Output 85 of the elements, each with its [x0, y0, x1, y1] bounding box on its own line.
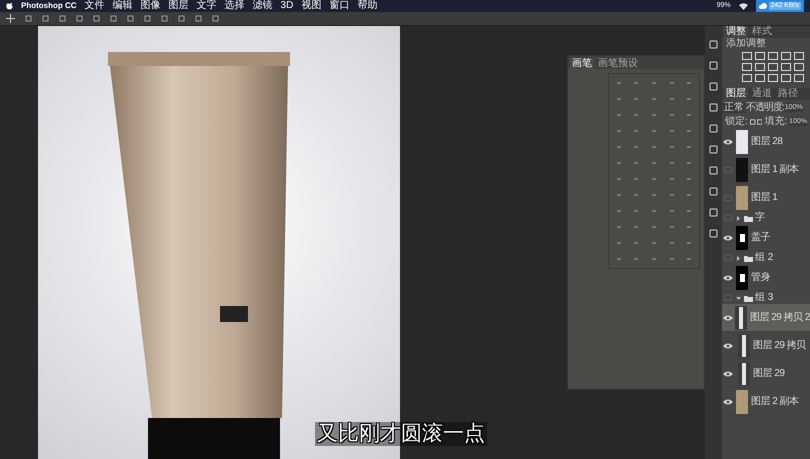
panel-tab[interactable]: 路径	[776, 88, 800, 100]
layer-name: 图层 1	[751, 192, 778, 202]
opacity-label: 不透明度:	[746, 102, 784, 113]
layer-name: 组 3	[755, 293, 774, 303]
panel-tool-icon[interactable]	[709, 187, 718, 196]
layer-group-row[interactable]: 组 3	[722, 292, 810, 304]
panel-tab[interactable]: 画笔预设	[596, 58, 640, 69]
folder-icon	[744, 254, 753, 262]
layer-row[interactable]: 图层 29 拷贝 2	[722, 304, 810, 332]
menu-item[interactable]: 选择	[224, 1, 245, 11]
align-icon[interactable]	[178, 15, 185, 22]
layer-name: 组 2	[755, 253, 774, 263]
panel-tool-icon[interactable]	[709, 229, 718, 238]
panel-tab[interactable]: 调整	[724, 26, 748, 38]
eye-icon[interactable]	[723, 398, 733, 404]
folder-icon	[744, 294, 753, 302]
expand-caret-icon[interactable]	[736, 256, 742, 260]
adjustments-hint: 添加调整	[725, 38, 767, 50]
layer-group-row[interactable]: 组 2	[722, 252, 810, 264]
expand-caret-icon[interactable]	[736, 296, 742, 300]
wifi-icon	[738, 2, 748, 10]
panel-tool-icon[interactable]	[709, 40, 718, 49]
blend-mode-dropdown[interactable]: 正常	[723, 102, 745, 113]
layer-row[interactable]: 图层 1 副本	[722, 156, 810, 184]
eye-icon[interactable]	[723, 314, 733, 320]
lock-options-icon[interactable]	[750, 118, 762, 124]
layer-name: 图层 1 副本	[751, 164, 799, 174]
panel-tab[interactable]: 样式	[750, 26, 774, 38]
panel-tab[interactable]: 通道	[750, 88, 774, 100]
eye-icon[interactable]	[723, 138, 733, 144]
align-icon[interactable]	[144, 15, 151, 22]
app-menu[interactable]: Photoshop CC	[21, 1, 77, 11]
menu-item[interactable]: 图像	[140, 1, 161, 11]
menu-item[interactable]: 视图	[301, 1, 322, 11]
layer-name: 字	[755, 213, 765, 223]
layer-row[interactable]: 图层 29	[722, 360, 810, 388]
fill-label: 填充:	[764, 116, 788, 127]
brush-tip-grid[interactable]	[608, 73, 700, 269]
align-icon[interactable]	[76, 15, 83, 22]
layer-row[interactable]: 图层 1	[722, 184, 810, 212]
layer-row[interactable]: 管身	[722, 264, 810, 292]
layer-name: 图层 28	[751, 136, 782, 146]
layer-row[interactable]: 图层 29 拷贝	[722, 332, 810, 360]
menu-item[interactable]: 图层	[168, 1, 189, 11]
align-icon[interactable]	[161, 15, 168, 22]
layer-group-row[interactable]: 字	[722, 212, 810, 224]
panel-tab[interactable]: 图层	[724, 88, 748, 100]
panel-tab[interactable]: 画笔	[570, 58, 594, 69]
panel-tool-icon[interactable]	[709, 61, 718, 70]
layer-row[interactable]: 盖子	[722, 224, 810, 252]
eye-icon[interactable]	[723, 274, 733, 280]
align-icon[interactable]	[59, 15, 66, 22]
lock-label: 锁定:	[725, 116, 748, 127]
align-icon[interactable]	[127, 15, 134, 22]
align-icon[interactable]	[212, 15, 219, 22]
panel-tool-icon[interactable]	[709, 145, 718, 154]
expand-caret-icon[interactable]	[736, 216, 742, 220]
menu-item[interactable]: 滤镜	[252, 1, 273, 11]
layer-name: 图层 29	[753, 368, 784, 378]
panel-tool-icon[interactable]	[709, 208, 718, 217]
apple-logo-icon[interactable]	[6, 2, 13, 10]
panel-tool-icon[interactable]	[709, 103, 718, 112]
eye-icon[interactable]	[723, 234, 733, 240]
menu-item[interactable]: 3D	[280, 1, 294, 11]
panel-tool-icon[interactable]	[709, 82, 718, 91]
eye-icon[interactable]	[723, 342, 733, 348]
layer-name: 图层 2 副本	[751, 396, 799, 406]
align-icon[interactable]	[195, 15, 202, 22]
layer-name: 图层 29 拷贝 2	[750, 312, 810, 322]
eye-icon[interactable]	[723, 370, 733, 376]
align-icon[interactable]	[110, 15, 117, 22]
align-icon[interactable]	[25, 15, 32, 22]
align-icon[interactable]	[93, 15, 100, 22]
layer-name: 图层 29 拷贝	[753, 340, 806, 350]
folder-icon	[744, 214, 753, 222]
panel-tool-icon[interactable]	[709, 166, 718, 175]
layer-name: 盖子	[751, 232, 770, 242]
layer-name: 管身	[751, 272, 770, 282]
layer-row[interactable]: 图层 2 副本	[722, 388, 810, 416]
layer-row[interactable]: 图层 28	[722, 128, 810, 156]
align-icon[interactable]	[42, 15, 49, 22]
move-tool-icon[interactable]	[6, 14, 15, 23]
panel-tool-icon[interactable]	[709, 124, 718, 133]
menu-item[interactable]: 编辑	[112, 1, 133, 11]
menu-item[interactable]: 帮助	[357, 1, 378, 11]
